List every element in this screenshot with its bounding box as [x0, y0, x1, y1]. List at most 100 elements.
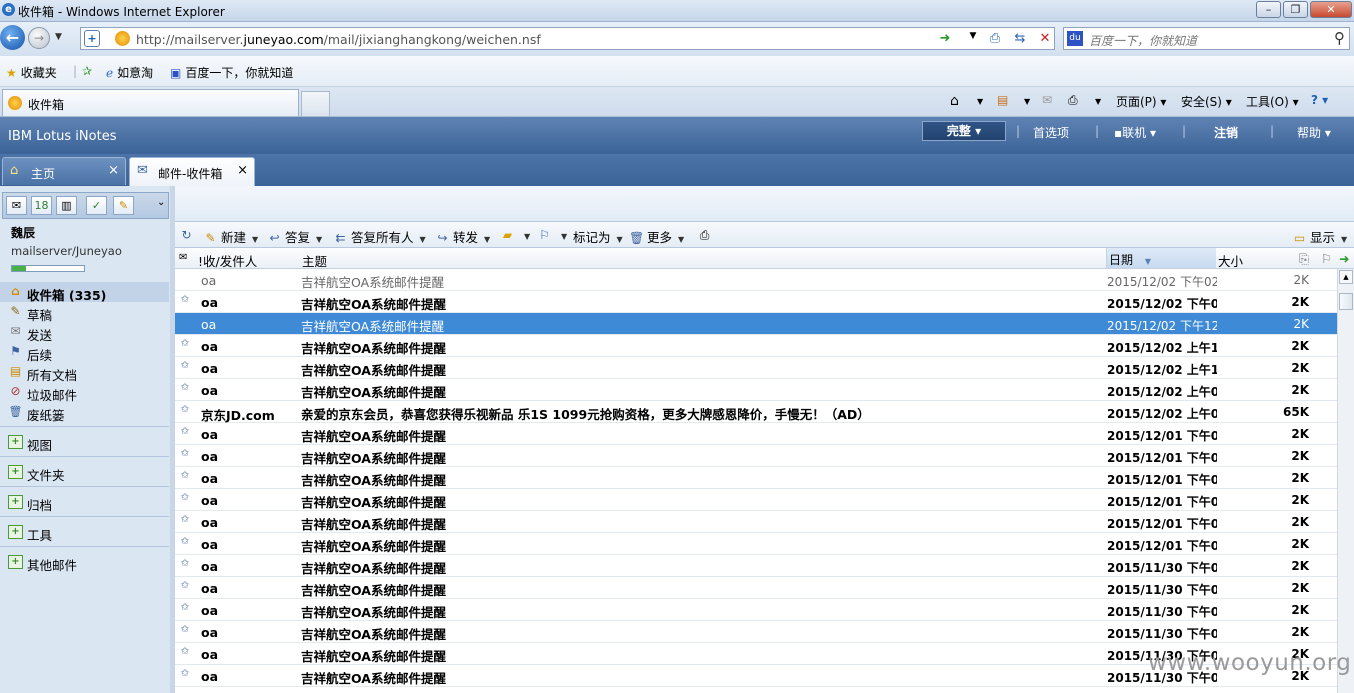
message-row[interactable]: ✩ oa 吉祥航空OA系统邮件提醒 2015/11/30 下午04: 2K: [175, 577, 1337, 599]
section-other-mail[interactable]: + 其他邮件: [0, 546, 169, 576]
add-favorite-icon[interactable]: ✰: [82, 64, 92, 78]
star-icon[interactable]: ✩: [178, 360, 192, 371]
home-dropdown-icon[interactable]: ▼: [977, 97, 983, 106]
column-size[interactable]: 大小: [1218, 251, 1243, 270]
favorites-button[interactable]: ★ 收藏夹: [6, 64, 57, 81]
minimize-button[interactable]: –: [1256, 1, 1281, 18]
preferences-link[interactable]: 首选项: [1033, 124, 1069, 141]
section-archive[interactable]: + 归档: [0, 486, 169, 516]
star-icon[interactable]: ✩: [178, 404, 192, 415]
message-row[interactable]: ✩ oa 吉祥航空OA系统邮件提醒 2015/11/30 下午04: 2K: [175, 599, 1337, 621]
calendar-app-icon[interactable]: 18: [31, 196, 52, 215]
new-tab-button[interactable]: [301, 91, 330, 116]
tab-home[interactable]: ⌂ 主页 ×: [2, 157, 126, 185]
expand-chevron-icon[interactable]: ⌄: [157, 197, 165, 208]
mail-app-icon[interactable]: ✉: [6, 196, 27, 215]
star-icon[interactable]: ✩: [178, 448, 192, 459]
message-row[interactable]: oa 吉祥航空OA系统邮件提醒 2015/12/02 下午02:4 2K: [175, 269, 1337, 291]
folder-sent[interactable]: ✉ 发送: [0, 322, 169, 343]
refresh-icon[interactable]: ⇆: [1011, 31, 1029, 48]
star-icon[interactable]: ✩: [178, 536, 192, 547]
message-row[interactable]: ✩ oa 吉祥航空OA系统邮件提醒 2015/12/01 下午03: 2K: [175, 467, 1337, 489]
favorite-link-baidu[interactable]: ▣ 百度一下，你就知道: [170, 64, 293, 81]
scroll-thumb[interactable]: [1339, 293, 1353, 310]
help-icon[interactable]: ? ▾: [1311, 93, 1328, 107]
safety-menu[interactable]: 安全(S) ▾: [1181, 93, 1232, 110]
star-icon[interactable]: ✩: [178, 668, 192, 679]
star-icon[interactable]: ✩: [178, 558, 192, 569]
more-button[interactable]: 🗑 更多 ▼: [629, 227, 684, 246]
message-row[interactable]: ✩ 京东JD.com 亲爱的京东会员，恭喜您获得乐视新品 乐1S 1099元抢购资格…: [175, 401, 1337, 423]
logout-link[interactable]: 注销: [1214, 124, 1238, 141]
go-icon[interactable]: ➜: [936, 31, 954, 48]
folder-drafts[interactable]: ✎ 草稿: [0, 302, 169, 323]
tools-menu[interactable]: 工具(O) ▾: [1246, 93, 1299, 110]
close-window-button[interactable]: ✕: [1310, 1, 1352, 18]
feeds-icon[interactable]: ▤: [997, 93, 1008, 107]
star-icon[interactable]: ✩: [178, 514, 192, 525]
section-tools[interactable]: + 工具: [0, 516, 169, 546]
message-row[interactable]: ✩ oa 吉祥航空OA系统邮件提醒 2015/12/02 下午01: 2K: [175, 291, 1337, 313]
star-icon[interactable]: ✩: [178, 382, 192, 393]
star-icon[interactable]: ✩: [178, 492, 192, 503]
message-row[interactable]: ✩ oa 吉祥航空OA系统邮件提醒 2015/12/01 下午04: 2K: [175, 423, 1337, 445]
display-button[interactable]: ▭ 显示 ▼: [1292, 227, 1347, 246]
column-subject[interactable]: 主题: [302, 251, 327, 270]
folder-follow-up[interactable]: ⚑ 后续: [0, 342, 169, 363]
contacts-app-icon[interactable]: ▥: [56, 196, 77, 215]
folder-junk[interactable]: ⊘ 垃圾邮件: [0, 382, 169, 403]
security-shield-icon[interactable]: +: [84, 30, 100, 47]
message-row[interactable]: ✩ oa 吉祥航空OA系统邮件提醒 2015/12/01 下午03: 2K: [175, 445, 1337, 467]
flag-column-icon[interactable]: ⚐: [1321, 251, 1332, 266]
back-button[interactable]: ←: [0, 25, 25, 50]
move-to-folder-button[interactable]: ▰ ▼: [500, 227, 530, 242]
mark-as-button[interactable]: 标记为 ▼: [573, 227, 623, 246]
star-icon[interactable]: ✩: [178, 580, 192, 591]
folder-all-documents[interactable]: ▤ 所有文档: [0, 362, 169, 383]
star-icon[interactable]: ✩: [178, 470, 192, 481]
todo-app-icon[interactable]: ✓: [86, 196, 107, 215]
print-dropdown-icon[interactable]: ▼: [1095, 97, 1101, 106]
status-column-icon[interactable]: ✉: [179, 252, 187, 263]
next-column-icon[interactable]: ➜: [1339, 251, 1349, 266]
star-icon[interactable]: ✩: [178, 338, 192, 349]
forward-button[interactable]: ↪ 转发 ▼: [435, 227, 490, 246]
follow-up-button[interactable]: ⚐ ▼: [537, 227, 567, 242]
page-menu[interactable]: 页面(P) ▾: [1116, 93, 1166, 110]
message-row[interactable]: ✩ oa 吉祥航空OA系统邮件提醒 2015/11/30 下午02: 2K: [175, 621, 1337, 643]
folder-inbox[interactable]: ⌂ 收件箱 (335): [0, 282, 169, 303]
section-views[interactable]: + 视图: [0, 426, 169, 456]
close-tab-icon[interactable]: ×: [108, 163, 119, 178]
message-row[interactable]: oa 吉祥航空OA系统邮件提醒 2015/12/02 下午12:5 2K: [175, 313, 1337, 335]
attachment-column-icon[interactable]: ⎘: [1299, 251, 1309, 267]
message-row[interactable]: ✩ oa 吉祥航空OA系统邮件提醒 2015/12/02 上午07: 2K: [175, 379, 1337, 401]
compatibility-view-icon[interactable]: ⎙: [986, 31, 1004, 48]
message-row[interactable]: ✩ oa 吉祥航空OA系统邮件提醒 2015/12/02 上午11: 2K: [175, 335, 1337, 357]
print-button[interactable]: ⎙: [697, 227, 715, 242]
scroll-up-icon[interactable]: ▲: [1339, 270, 1353, 284]
search-icon[interactable]: ⚲: [1334, 29, 1345, 47]
address-input[interactable]: + http://mailserver.juneyao.com/mail/jix…: [80, 27, 1055, 50]
new-button[interactable]: ✎ 新建 ▼: [203, 227, 258, 246]
section-folders[interactable]: + 文件夹: [0, 456, 169, 486]
history-dropdown-icon[interactable]: ▼: [55, 32, 62, 42]
stop-icon[interactable]: ✕: [1036, 31, 1054, 48]
maximize-button[interactable]: ❐: [1283, 1, 1308, 18]
close-tab-icon[interactable]: ×: [237, 163, 248, 178]
notebook-app-icon[interactable]: ✎: [113, 196, 134, 215]
mode-selector[interactable]: 完整 ▾: [922, 121, 1006, 141]
refresh-button[interactable]: ↻: [179, 227, 197, 242]
mail-icon[interactable]: ✉: [1042, 93, 1052, 107]
print-icon[interactable]: ⎙: [1068, 93, 1078, 108]
star-icon[interactable]: ✩: [178, 624, 192, 635]
home-icon[interactable]: ⌂: [950, 93, 959, 109]
vertical-scrollbar[interactable]: ▲: [1337, 269, 1354, 693]
column-date[interactable]: 日期 ▼: [1106, 248, 1216, 268]
star-icon[interactable]: ✩: [178, 294, 192, 305]
help-menu[interactable]: 帮助 ▾: [1297, 124, 1331, 141]
message-row[interactable]: ✩ oa 吉祥航空OA系统邮件提醒 2015/11/30 下午06: 2K: [175, 555, 1337, 577]
address-dropdown-icon[interactable]: ▼: [964, 31, 982, 48]
message-row[interactable]: ✩ oa 吉祥航空OA系统邮件提醒 2015/12/01 下午02: 2K: [175, 533, 1337, 555]
reply-button[interactable]: ↩ 答复 ▼: [267, 227, 322, 246]
star-icon[interactable]: ✩: [178, 602, 192, 613]
